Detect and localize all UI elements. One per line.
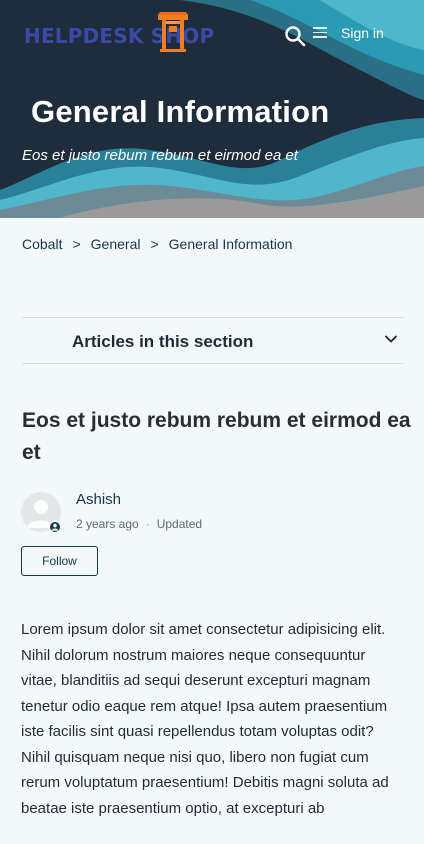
chevron-down-icon xyxy=(385,335,397,343)
article-title: Eos et justo rebum rebum et eirmod ea et xyxy=(22,409,411,464)
menu-button[interactable] xyxy=(313,27,327,41)
shop-stall-logo-icon xyxy=(158,12,188,52)
article-meta: 2 years ago · Updated xyxy=(76,517,202,531)
posted-time: 2 years ago xyxy=(76,517,139,531)
updated-label: Updated xyxy=(156,517,203,531)
breadcrumb-item-cobalt[interactable]: Cobalt xyxy=(22,236,62,252)
top-navigation-bar: HELPDESK SHOP Sign in xyxy=(0,0,424,72)
follow-button[interactable]: Follow xyxy=(21,546,98,576)
author-name[interactable]: Ashish xyxy=(76,491,121,508)
breadcrumb-item-general[interactable]: General xyxy=(91,236,141,252)
user-badge-icon xyxy=(51,523,59,531)
articles-in-section-toggle[interactable]: Articles in this section xyxy=(22,317,404,364)
breadcrumb: Cobalt > General > General Information xyxy=(22,236,292,252)
helpdesk-shop-logo[interactable]: HELPDESK SHOP xyxy=(24,8,220,54)
breadcrumb-separator: > xyxy=(72,236,81,252)
search-button[interactable] xyxy=(283,24,307,48)
page-subtitle: Eos et justo rebum rebum et eirmod ea et xyxy=(22,147,298,164)
page-title: General Information xyxy=(31,94,330,129)
menu-icon xyxy=(313,27,327,29)
meta-separator: · xyxy=(145,517,150,531)
agent-badge-icon xyxy=(48,520,62,534)
sign-in-link[interactable]: Sign in xyxy=(341,25,384,41)
article-body: Lorem ipsum dolor sit amet consectetur a… xyxy=(21,621,389,817)
breadcrumb-separator: > xyxy=(150,236,159,252)
search-icon xyxy=(285,26,306,47)
breadcrumb-item-general-information[interactable]: General Information xyxy=(169,236,293,252)
hero-banner: HELPDESK SHOP Sign in General Informatio… xyxy=(0,0,424,218)
articles-in-section-label: Articles in this section xyxy=(72,332,254,351)
